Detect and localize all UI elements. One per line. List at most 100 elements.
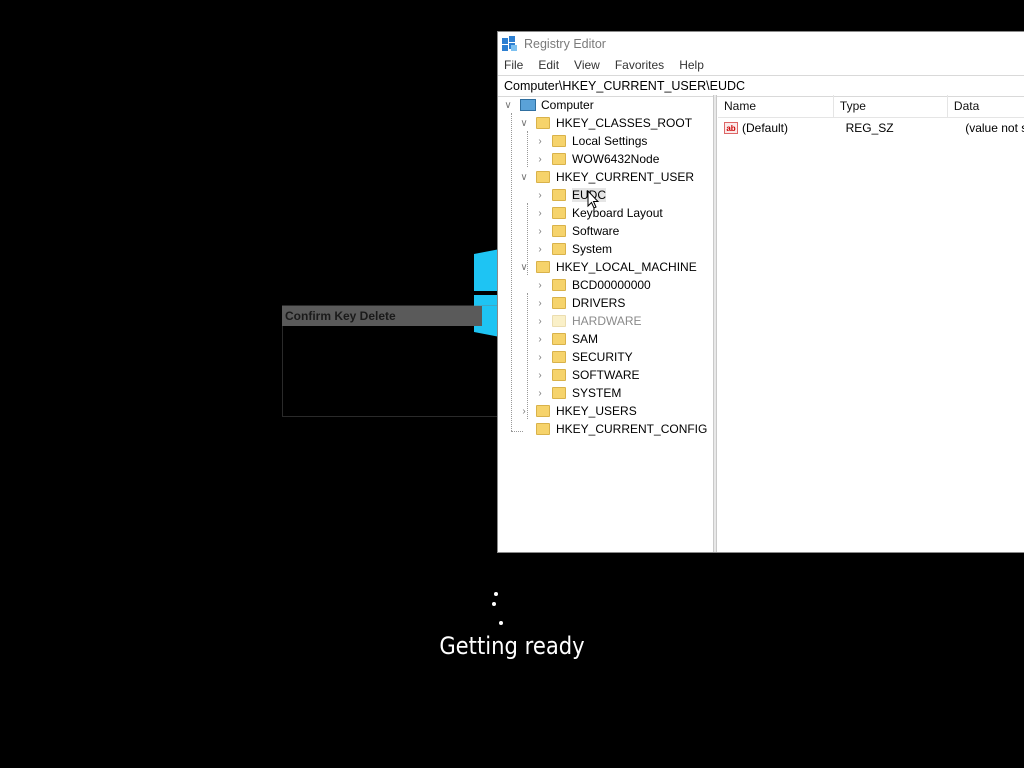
pane-splitter[interactable]	[713, 95, 717, 552]
tree-label: HKEY_CURRENT_USER	[556, 170, 695, 184]
tree-node-hklm[interactable]: ∨ HKEY_LOCAL_MACHINE	[518, 258, 697, 276]
tree-label: Local Settings	[572, 134, 648, 148]
confirm-dialog-title: Confirm Key Delete	[282, 306, 482, 326]
folder-icon	[552, 153, 566, 165]
menu-file[interactable]: File	[504, 58, 523, 72]
tree-node-drivers[interactable]: › DRIVERS	[534, 294, 625, 312]
tree-label: HKEY_LOCAL_MACHINE	[556, 260, 697, 274]
tree-label: HKEY_CURRENT_CONFIG	[556, 422, 708, 436]
loading-spinner-icon	[488, 590, 508, 630]
value-name: (Default)	[742, 121, 789, 135]
computer-icon	[520, 99, 536, 111]
chevron-right-icon[interactable]: ›	[518, 405, 530, 417]
folder-icon	[552, 333, 566, 345]
mouse-cursor-icon	[587, 190, 599, 209]
folder-icon	[552, 189, 566, 201]
tree-label: SAM	[572, 332, 599, 346]
value-name-cell: ab (Default)	[718, 121, 840, 135]
address-bar[interactable]: Computer\HKEY_CURRENT_USER\EUDC	[498, 75, 1024, 97]
tree-node-hku[interactable]: › HKEY_USERS	[518, 402, 637, 420]
tree-label: Software	[572, 224, 620, 238]
tree-label: HKEY_USERS	[556, 404, 637, 418]
chevron-down-icon[interactable]: ∨	[518, 261, 530, 273]
chevron-right-icon[interactable]: ›	[534, 135, 546, 147]
chevron-down-icon[interactable]: ∨	[502, 99, 514, 111]
tree-pane[interactable]: ∨ Computer ∨ HKEY_CLASSES_ROOT › Local S…	[498, 95, 713, 552]
menu-help[interactable]: Help	[679, 58, 704, 72]
tree-node-hkcu[interactable]: ∨ HKEY_CURRENT_USER	[518, 168, 694, 186]
tree-node-hardware[interactable]: › HARDWARE	[534, 312, 641, 330]
menu-favorites[interactable]: Favorites	[615, 58, 664, 72]
folder-icon	[552, 225, 566, 237]
chevron-right-icon[interactable]: ›	[534, 225, 546, 237]
tree-node-system-hklm[interactable]: › SYSTEM	[534, 384, 621, 402]
folder-icon	[552, 243, 566, 255]
menu-bar: File Edit View Favorites Help	[498, 55, 1024, 75]
column-data[interactable]: Data	[948, 95, 1024, 117]
tree-node-software-hklm[interactable]: › SOFTWARE	[534, 366, 640, 384]
tree-node-security[interactable]: › SECURITY	[534, 348, 633, 366]
address-path[interactable]: Computer\HKEY_CURRENT_USER\EUDC	[504, 79, 745, 93]
folder-icon	[552, 207, 566, 219]
tree-node-system[interactable]: › System	[534, 240, 612, 258]
window-title: Registry Editor	[524, 36, 606, 51]
folder-icon	[552, 297, 566, 309]
tree-node-local-settings[interactable]: › Local Settings	[534, 132, 647, 150]
folder-icon	[536, 117, 550, 129]
tree-node-software[interactable]: › Software	[534, 222, 619, 240]
value-data: (value not s	[965, 121, 1024, 135]
folder-icon	[536, 423, 550, 435]
chevron-right-icon[interactable]: ›	[534, 315, 546, 327]
registry-editor-window[interactable]: Registry Editor File Edit View Favorites…	[497, 31, 1024, 553]
tree-label: Computer	[541, 98, 594, 112]
menu-edit[interactable]: Edit	[538, 58, 559, 72]
chevron-right-icon[interactable]: ›	[534, 189, 546, 201]
folder-icon	[552, 279, 566, 291]
folder-icon	[552, 351, 566, 363]
title-bar[interactable]: Registry Editor	[498, 32, 1024, 55]
registry-editor-icon	[502, 35, 518, 52]
chevron-right-icon[interactable]: ›	[534, 297, 546, 309]
tree-label: BCD00000000	[572, 278, 651, 292]
tree-label: SECURITY	[572, 350, 633, 364]
chevron-down-icon[interactable]: ∨	[518, 117, 530, 129]
folder-icon	[536, 405, 550, 417]
tree-node-sam[interactable]: › SAM	[534, 330, 598, 348]
folder-icon	[552, 135, 566, 147]
folder-icon	[536, 261, 550, 273]
tree-label: WOW6432Node	[572, 152, 660, 166]
chevron-right-icon[interactable]: ›	[534, 387, 546, 399]
list-item[interactable]: ab (Default) REG_SZ (value not s	[718, 118, 1024, 138]
chevron-down-icon[interactable]: ∨	[518, 171, 530, 183]
chevron-right-icon[interactable]: ›	[534, 369, 546, 381]
tree-node-bcd[interactable]: › BCD00000000	[534, 276, 651, 294]
chevron-right-icon[interactable]: ›	[534, 351, 546, 363]
value-type: REG_SZ	[845, 121, 894, 135]
list-header: Name Type Data	[718, 95, 1024, 118]
tree-label: HKEY_CLASSES_ROOT	[556, 116, 693, 130]
values-list[interactable]: Name Type Data ab (Default) REG_SZ (valu…	[718, 95, 1024, 552]
tree-node-wow6432node[interactable]: › WOW6432Node	[534, 150, 659, 168]
folder-icon	[552, 387, 566, 399]
chevron-right-icon[interactable]: ›	[534, 279, 546, 291]
menu-view[interactable]: View	[574, 58, 600, 72]
tree-node-hkcc[interactable]: HKEY_CURRENT_CONFIG	[518, 420, 707, 438]
chevron-right-icon[interactable]: ›	[534, 207, 546, 219]
tree-label: Keyboard Layout	[572, 206, 663, 220]
chevron-right-icon[interactable]: ›	[534, 333, 546, 345]
folder-icon	[536, 171, 550, 183]
tree-label: SOFTWARE	[572, 368, 640, 382]
tree-node-computer[interactable]: ∨ Computer	[502, 96, 594, 114]
column-type[interactable]: Type	[834, 95, 948, 117]
string-value-icon: ab	[724, 122, 738, 134]
chevron-right-icon[interactable]: ›	[534, 153, 546, 165]
chevron-right-icon[interactable]: ›	[534, 243, 546, 255]
column-name[interactable]: Name	[718, 95, 834, 117]
status-message: Getting ready	[439, 632, 585, 660]
tree-label: DRIVERS	[572, 296, 626, 310]
folder-icon	[552, 315, 566, 327]
tree-node-hkcr[interactable]: ∨ HKEY_CLASSES_ROOT	[518, 114, 692, 132]
tree-label: System	[572, 242, 613, 256]
folder-icon	[552, 369, 566, 381]
